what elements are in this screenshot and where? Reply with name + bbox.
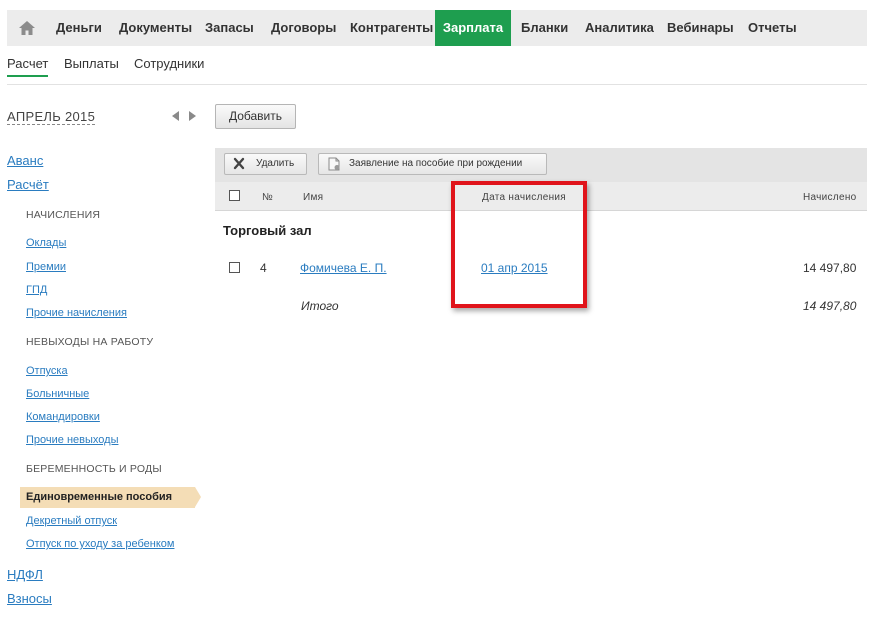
sidebar-link-gpd[interactable]: ГПД xyxy=(26,284,47,296)
sidebar-link-calculation[interactable]: Расчёт xyxy=(7,177,49,192)
column-number: № xyxy=(262,192,274,203)
column-accrued: Начислено xyxy=(803,192,857,203)
nav-forms[interactable]: Бланки xyxy=(521,10,568,46)
sidebar-link-salaries[interactable]: Оклады xyxy=(26,237,66,249)
sidebar-link-childcare-leave[interactable]: Отпуск по уходу за ребенком xyxy=(26,538,174,550)
nav-webinars[interactable]: Вебинары xyxy=(667,10,734,46)
nav-stock[interactable]: Запасы xyxy=(205,10,254,46)
sidebar-item-label: Единовременные пособия xyxy=(26,491,173,503)
sidebar-link-other-accruals[interactable]: Прочие начисления xyxy=(26,307,127,319)
nav-money[interactable]: Деньги xyxy=(56,10,102,46)
document-icon xyxy=(328,157,340,171)
tab-employees[interactable]: Сотрудники xyxy=(134,56,204,71)
tab-calculation[interactable]: Расчет xyxy=(7,56,49,77)
nav-analytics[interactable]: Аналитика xyxy=(585,10,654,46)
sidebar-heading-absences: НЕВЫХОДЫ НА РАБОТУ xyxy=(26,336,154,348)
statement-label: Заявление на пособие при рождении xyxy=(349,158,523,169)
row-number: 4 xyxy=(260,261,267,275)
sidebar-link-ndfl[interactable]: НДФЛ xyxy=(7,567,43,582)
total-value: 14 497,80 xyxy=(803,299,857,313)
subnav-divider xyxy=(7,84,867,85)
row-checkbox[interactable] xyxy=(229,262,240,273)
sidebar-link-vacations[interactable]: Отпуска xyxy=(26,365,68,377)
nav-contracts[interactable]: Договоры xyxy=(271,10,336,46)
sidebar-heading-accruals: НАЧИСЛЕНИЯ xyxy=(26,209,101,221)
statement-button[interactable]: Заявление на пособие при рождении xyxy=(318,153,547,175)
delete-icon xyxy=(233,157,245,170)
next-period-icon[interactable] xyxy=(189,111,196,121)
row-accrued-value: 14 497,80 xyxy=(803,261,857,275)
nav-salary[interactable]: Зарплата xyxy=(435,10,511,46)
sidebar-link-other-absences[interactable]: Прочие невыходы xyxy=(26,434,118,446)
tab-payments[interactable]: Выплаты xyxy=(64,56,119,71)
sidebar-item-lump-sum-benefits[interactable]: Единовременные пособия xyxy=(20,487,201,508)
table-toolbar: Удалить Заявление на пособие при рождени… xyxy=(215,148,867,182)
total-label: Итого xyxy=(301,299,339,313)
nav-documents[interactable]: Документы xyxy=(119,10,192,46)
highlight-box xyxy=(451,181,587,308)
sidebar-link-business-trips[interactable]: Командировки xyxy=(26,411,100,423)
sidebar-link-contributions[interactable]: Взносы xyxy=(7,591,52,606)
sidebar-link-maternity-leave[interactable]: Декретный отпуск xyxy=(26,515,117,527)
employee-name-link[interactable]: Фомичева Е. П. xyxy=(300,261,387,275)
period-selector[interactable]: АПРЕЛЬ 2015 xyxy=(7,109,96,125)
home-icon xyxy=(19,21,35,35)
sidebar-link-advance[interactable]: Аванс xyxy=(7,153,43,168)
column-name: Имя xyxy=(303,192,324,203)
nav-counterparties[interactable]: Контрагенты xyxy=(350,10,433,46)
nav-reports[interactable]: Отчеты xyxy=(748,10,797,46)
sidebar-link-bonuses[interactable]: Премии xyxy=(26,261,66,273)
home-button[interactable] xyxy=(7,10,47,46)
top-navigation: Деньги Документы Запасы Договоры Контраг… xyxy=(7,10,867,46)
sidebar-heading-pregnancy: БЕРЕМЕННОСТЬ И РОДЫ xyxy=(26,463,162,475)
select-all-checkbox[interactable] xyxy=(229,190,240,201)
delete-label: Удалить xyxy=(256,158,295,169)
prev-period-icon[interactable] xyxy=(172,111,179,121)
group-title: Торговый зал xyxy=(223,223,312,238)
add-button[interactable]: Добавить xyxy=(215,104,296,129)
sidebar-link-sick-leaves[interactable]: Больничные xyxy=(26,388,89,400)
delete-button[interactable]: Удалить xyxy=(224,153,307,175)
